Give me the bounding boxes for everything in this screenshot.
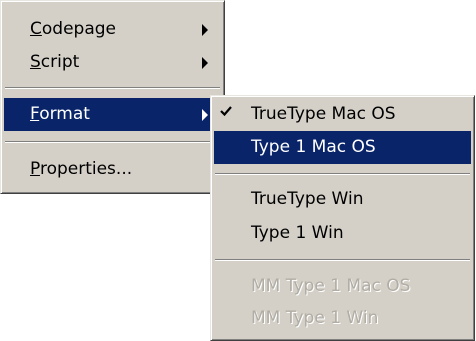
submenu-item-label: MM Type 1 Win	[251, 308, 379, 328]
menu-item-format-label: Format	[30, 104, 90, 124]
menu-separator	[215, 173, 470, 175]
menu-item-codepage-label: Codepage	[30, 19, 116, 39]
submenu-item-type1-mac-os[interactable]: Type 1 Mac OS	[214, 131, 471, 164]
chevron-right-icon	[202, 24, 208, 36]
submenu-item-mm-type1-mac-os: MM Type 1 Mac OS	[214, 270, 471, 303]
menu-separator	[5, 87, 220, 89]
chevron-right-icon	[202, 57, 208, 69]
context-menu: Codepage Script Format Properties...	[0, 0, 225, 194]
menu-item-script[interactable]: Script	[4, 46, 221, 79]
menu-item-script-label: Script	[30, 52, 80, 72]
menu-item-properties-label: Properties...	[30, 159, 133, 179]
menu-item-properties[interactable]: Properties...	[4, 153, 221, 186]
menu-item-format[interactable]: Format	[4, 98, 221, 131]
submenu-item-label: Type 1 Mac OS	[251, 137, 376, 157]
submenu-item-label: TrueType Mac OS	[251, 104, 396, 124]
submenu-item-type1-win[interactable]: Type 1 Win	[214, 217, 471, 250]
menu-separator	[5, 141, 220, 143]
check-icon	[220, 106, 232, 117]
submenu-item-mm-type1-win: MM Type 1 Win	[214, 302, 471, 335]
stage: Codepage Script Format Properties... Tru…	[0, 0, 476, 341]
menu-separator	[215, 259, 470, 261]
submenu-item-label: MM Type 1 Mac OS	[251, 276, 411, 296]
submenu-item-label: Type 1 Win	[251, 223, 344, 243]
submenu-item-truetype-mac-os[interactable]: TrueType Mac OS	[214, 98, 471, 131]
submenu-item-truetype-win[interactable]: TrueType Win	[214, 183, 471, 216]
chevron-right-icon	[202, 109, 208, 121]
format-submenu: TrueType Mac OS Type 1 Mac OS TrueType W…	[210, 95, 475, 341]
submenu-item-label: TrueType Win	[251, 189, 364, 209]
menu-item-codepage[interactable]: Codepage	[4, 13, 221, 46]
